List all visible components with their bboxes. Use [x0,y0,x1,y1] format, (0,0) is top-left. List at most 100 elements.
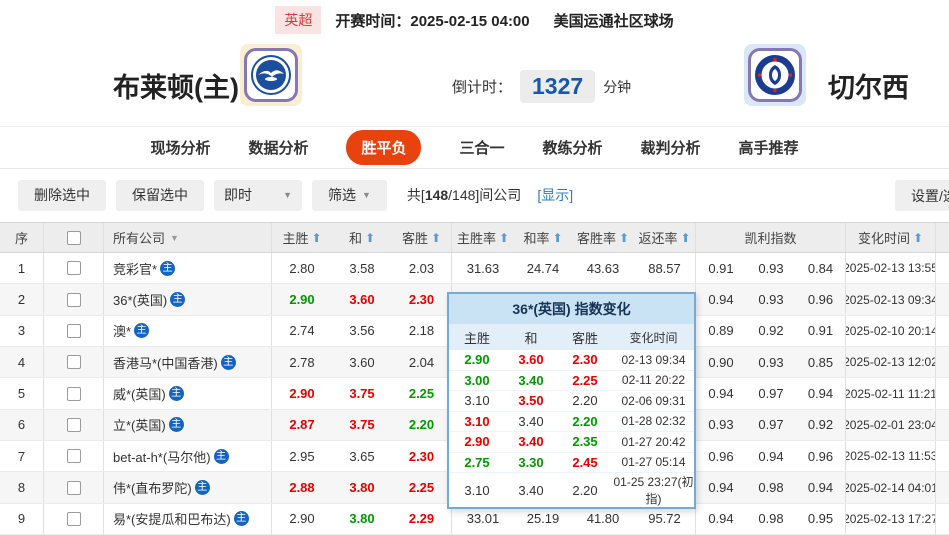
kelly-away: 0.94 [796,378,846,408]
col-header-change-time[interactable]: 变化时间⬆ [846,223,936,252]
draw-odds: 3.65 [332,441,392,471]
popup-change-time: 01-28 02:32 [613,414,694,428]
row-checkbox[interactable] [67,324,81,338]
countdown-label: 倒计时： [452,76,512,97]
row-checkbox[interactable] [67,449,81,463]
venue: 美国运通社区球场 [554,10,674,31]
popup-col-time: 变化时间 [613,329,694,346]
kelly-home: 0.96 [696,441,746,471]
away-odds: 2.18 [392,316,452,346]
row-checkbox[interactable] [67,261,81,275]
popup-history-row: 2.753.302.4501-27 05:14 [449,453,694,474]
kelly-away: 0.92 [796,410,846,440]
away-rate: 43.63 [572,253,634,283]
sort-up-icon: ⬆ [619,231,629,245]
select-all-checkbox[interactable] [67,231,81,245]
tab-three-in-one[interactable]: 三合一 [459,137,504,158]
main-company-badge-icon: 主 [134,323,149,338]
change-time: 2025-02-14 04:01 [846,472,936,502]
company-count: 共[148/148]间公司 [407,185,521,205]
tab-coach-analysis[interactable]: 教练分析 [543,137,603,158]
row-index: 1 [0,253,44,283]
row-index: 5 [0,378,44,408]
change-time: 2025-02-13 17:27 [846,504,936,534]
kelly-home: 0.89 [696,316,746,346]
popup-draw-odds: 3.60 [505,352,557,367]
col-header-away[interactable]: 客胜⬆ [392,223,452,252]
sort-up-icon: ⬆ [365,231,375,245]
table-row[interactable]: 1竞彩官*主2.803.582.0331.6324.7443.6388.570.… [0,253,949,284]
row-checkbox[interactable] [67,355,81,369]
col-header-draw[interactable]: 和⬆ [332,223,392,252]
row-checkbox[interactable] [67,387,81,401]
table-toolbar: 删除选中 保留选中 即时 ▼ 筛选 ▼ 共[148/148]间公司 [显示] 设… [0,170,949,220]
change-time: 2025-02-13 13:55 [846,253,936,283]
col-header-company[interactable]: 所有公司▼ [104,223,272,252]
tab-live-analysis[interactable]: 现场分析 [150,137,210,158]
change-time: 2025-02-11 11:21 [846,378,936,408]
kelly-away: 0.96 [796,441,846,471]
col-header-return-rate[interactable]: 返还率⬆ [634,223,696,252]
popup-history-row: 3.003.402.2502-11 20:22 [449,371,694,392]
company-name: 36*(英国)主 [104,284,272,314]
chevron-down-icon: ▼ [283,190,292,200]
kelly-away: 0.95 [796,504,846,534]
col-header-index: 序 [0,223,44,252]
row-index: 4 [0,347,44,377]
tab-expert-recommend[interactable]: 高手推荐 [739,137,799,158]
popup-history-row: 3.103.502.2002-06 09:31 [449,391,694,412]
keep-selected-button[interactable]: 保留选中 [116,180,204,211]
tab-win-draw-lose[interactable]: 胜平负 [346,130,421,165]
popup-home-odds: 2.90 [449,352,505,367]
realtime-dropdown[interactable]: 即时 ▼ [214,180,302,211]
home-odds: 2.95 [272,441,332,471]
company-name: 澳*主 [104,316,272,346]
row-index: 2 [0,284,44,314]
draw-odds: 3.75 [332,378,392,408]
popup-change-time: 01-25 23:27(初指) [613,473,694,507]
row-index: 9 [0,504,44,534]
popup-change-time: 02-11 20:22 [613,373,694,387]
kelly-away: 0.94 [796,472,846,502]
settings-select-button[interactable]: 设置/选择 [895,180,949,211]
draw-odds: 3.60 [332,284,392,314]
delete-selected-button[interactable]: 删除选中 [18,180,106,211]
col-header-home[interactable]: 主胜⬆ [272,223,332,252]
popup-col-away: 客胜 [557,328,613,347]
tab-referee-analysis[interactable]: 裁判分析 [641,137,701,158]
kelly-away: 0.84 [796,253,846,283]
change-time: 2025-02-01 23:04 [846,410,936,440]
sort-up-icon: ⬆ [552,231,562,245]
col-header-draw-rate[interactable]: 和率⬆ [514,223,572,252]
kelly-draw: 0.97 [746,410,796,440]
kelly-home: 0.94 [696,378,746,408]
stub-cell [936,504,949,534]
away-odds: 2.04 [392,347,452,377]
company-name: 易*(安提瓜和巴布达)主 [104,504,272,534]
popup-draw-odds: 3.40 [505,414,557,429]
row-checkbox[interactable] [67,481,81,495]
col-header-away-rate[interactable]: 客胜率⬆ [572,223,634,252]
popup-col-home: 主胜 [449,328,505,347]
row-checkbox[interactable] [67,512,81,526]
draw-odds: 3.58 [332,253,392,283]
show-link[interactable]: [显示] [537,185,573,205]
tab-data-analysis[interactable]: 数据分析 [248,137,308,158]
realtime-dropdown-label: 即时 [224,185,252,205]
col-header-home-rate[interactable]: 主胜率⬆ [452,223,514,252]
league-badge[interactable]: 英超 [275,6,321,34]
row-checkbox[interactable] [67,418,81,432]
team-header: 布莱顿(主) 倒计时： 1327 分钟 切尔西 [0,38,949,126]
row-checkbox[interactable] [67,293,81,307]
away-odds: 2.20 [392,410,452,440]
popup-history-row: 3.103.402.2001-25 23:27(初指) [449,473,694,507]
row-checkbox-cell [44,378,104,408]
row-checkbox-cell [44,410,104,440]
main-company-badge-icon: 主 [170,292,185,307]
filter-dropdown[interactable]: 筛选 ▼ [312,180,387,211]
sort-up-icon: ⬆ [680,231,690,245]
main-company-badge-icon: 主 [169,417,184,432]
change-time: 2025-02-13 11:53 [846,441,936,471]
popup-away-odds: 2.30 [557,352,613,367]
away-team-logo [744,44,806,106]
